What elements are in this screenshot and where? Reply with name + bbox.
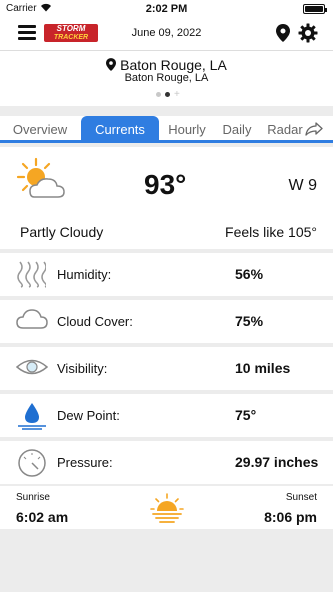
add-location-icon[interactable]: + (174, 90, 180, 100)
tab-currents[interactable]: Currents (81, 116, 159, 143)
detail-value: 56% (235, 266, 264, 282)
sunset-time: 8:06 pm (264, 509, 317, 525)
location-secondary: Baton Rouge, LA (124, 72, 209, 84)
detail-label: Visibility: (57, 361, 108, 376)
detail-value: 29.97 inches (235, 454, 319, 470)
tab-hourly[interactable]: Hourly (162, 116, 212, 143)
page-dot[interactable] (156, 92, 161, 97)
tab-radar[interactable]: Radar (264, 116, 306, 143)
eye-icon (15, 354, 49, 385)
share-icon[interactable] (305, 122, 323, 141)
tab-daily[interactable]: Daily (216, 116, 258, 143)
top-navigation: STORM TRACKER June 09, 2022 (0, 18, 333, 50)
page-indicator[interactable]: + (156, 90, 180, 100)
cloud-icon (16, 307, 48, 338)
status-bar: Carrier 2:02 PM (0, 0, 333, 18)
current-temperature: 93° (144, 169, 187, 200)
detail-row-visibility: Visibility: 10 miles (0, 347, 333, 390)
location-primary-label: Baton Rouge, LA (120, 57, 227, 73)
status-time: 2:02 PM (145, 3, 188, 15)
battery-icon (303, 4, 327, 14)
detail-row-pressure: Pressure: 29.97 inches (0, 441, 333, 484)
condition-text: Partly Cloudy (20, 224, 104, 240)
detail-label: Dew Point: (57, 408, 120, 423)
humidity-icon (16, 260, 48, 293)
detail-row-cloud-cover: Cloud Cover: 75% (0, 300, 333, 343)
feels-like-text: Feels like 105° (225, 224, 317, 240)
detail-value: 10 miles (235, 360, 291, 376)
partly-cloudy-icon (14, 157, 68, 212)
sun-times: Sunrise 6:02 am Sunset 8:06 pm (0, 486, 333, 529)
tab-overview[interactable]: Overview (0, 116, 80, 143)
detail-label: Pressure: (57, 455, 113, 470)
sunset-label: Sunset (285, 492, 317, 503)
sunrise-label: Sunrise (16, 492, 50, 503)
dew-drop-icon (16, 401, 48, 436)
wind-value: W 9 (288, 177, 317, 194)
page-dot-active[interactable] (165, 92, 170, 97)
sunrise-time: 6:02 am (16, 509, 69, 525)
detail-value: 75° (235, 407, 257, 423)
location-pin-icon[interactable] (276, 24, 290, 47)
location-header[interactable]: Baton Rouge, LA Baton Rouge, LA + (0, 50, 333, 106)
gear-icon[interactable] (298, 23, 318, 48)
pressure-gauge-icon (16, 448, 48, 483)
detail-row-dew-point: Dew Point: 75° (0, 394, 333, 437)
tab-bar: Overview Currents Hourly Daily Radar (0, 116, 333, 143)
sunset-icon (150, 493, 184, 528)
detail-value: 75% (235, 313, 264, 329)
current-conditions: 93° W 9 Partly Cloudy Feels like 105° (0, 147, 333, 249)
detail-label: Cloud Cover: (57, 314, 133, 329)
detail-label: Humidity: (57, 267, 112, 282)
detail-row-humidity: Humidity: 56% (0, 253, 333, 296)
